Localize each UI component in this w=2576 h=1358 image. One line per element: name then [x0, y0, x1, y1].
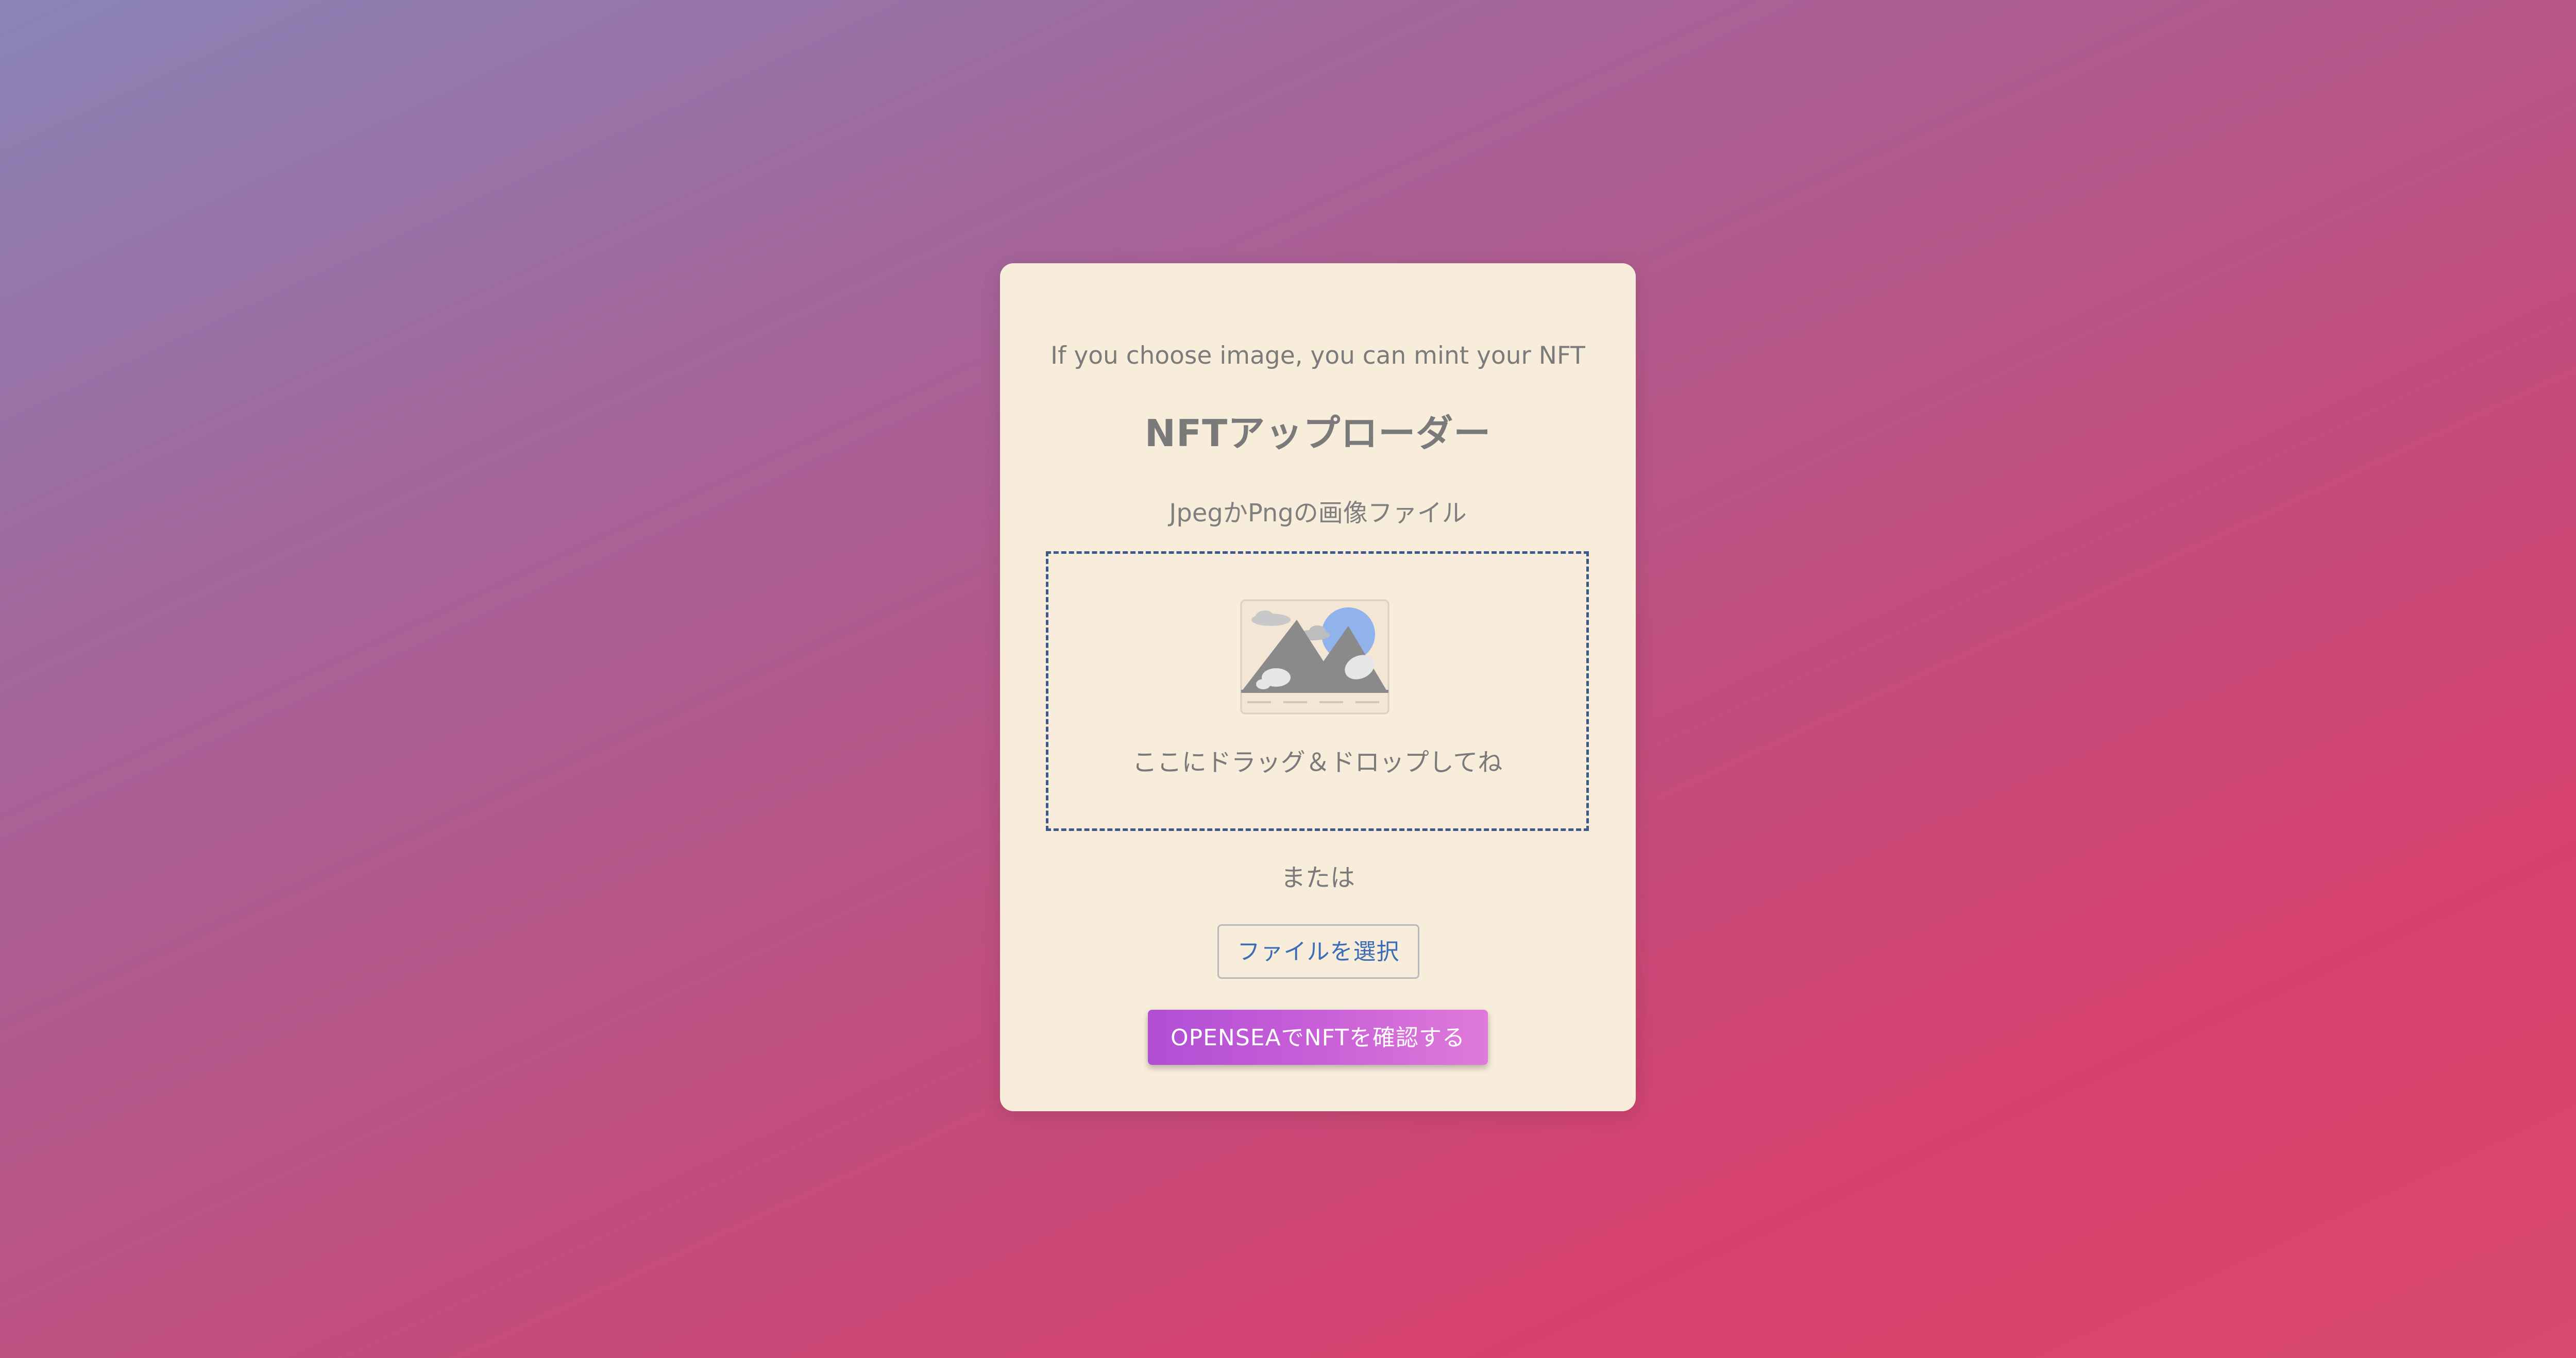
image-dropzone[interactable]: ここにドラッグ＆ドロップしてね [1046, 551, 1589, 831]
or-divider-text: または [1280, 863, 1355, 892]
subtitle: If you choose image, you can mint your N… [1050, 342, 1585, 370]
choose-file-button[interactable]: ファイルを選択 [1217, 924, 1419, 979]
file-type-hint: JpegかPngの画像ファイル [1169, 499, 1467, 528]
dropzone-instruction: ここにドラッグ＆ドロップしてね [1132, 748, 1503, 777]
landscape-image-icon [1240, 599, 1389, 715]
view-on-opensea-button[interactable]: OPENSEAでNFTを確認する [1148, 1010, 1488, 1065]
upload-card: If you choose image, you can mint your N… [1000, 263, 1636, 1111]
page-title: NFTアップローダー [1144, 412, 1492, 455]
